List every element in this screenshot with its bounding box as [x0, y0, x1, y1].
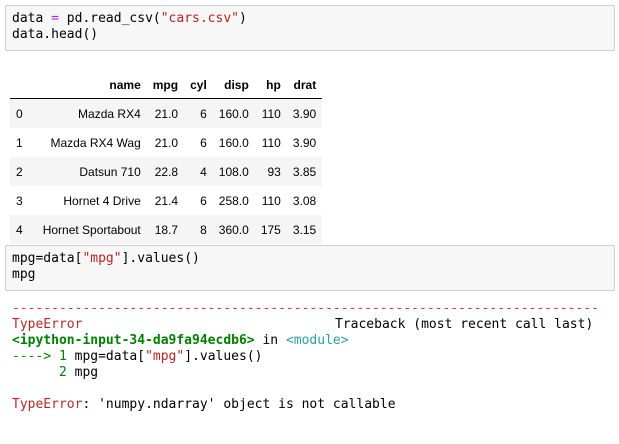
code-line-2: data.head(): [12, 27, 99, 42]
table-cell: 21.4: [154, 193, 179, 208]
table-cell: 18.7: [154, 222, 179, 237]
table-cell: 160.0: [218, 135, 249, 150]
row-index-cell: 0: [16, 106, 23, 121]
table-cell: 3.15: [292, 222, 317, 237]
table-header-row: name mpg cyl disp hp drat: [10, 72, 323, 99]
table-row: 0 Mazda RX4 21.0 6 160.0 110 3.90: [10, 98, 323, 128]
row-index-cell: 1: [16, 135, 23, 150]
table-row: 1 Mazda RX4 Wag 21.0 6 160.0 110 3.90: [10, 128, 322, 157]
table-cell: 8: [200, 222, 207, 237]
table-cell: 3.08: [292, 193, 317, 208]
table-cell: 4: [200, 164, 207, 179]
table-cell: 21.0: [154, 135, 179, 150]
table-row: 4 Hornet Sportabout 18.7 8 360.0 175 3.15: [10, 215, 323, 244]
code-cell-read-csv[interactable]: data = pd.read_csv("cars.csv") data.head…: [5, 5, 615, 51]
code-line-2: mpg: [12, 267, 36, 282]
traceback-line-2: 2 mpg: [58, 365, 99, 380]
table-cell: 360.0: [218, 222, 249, 237]
error-message: TypeError: 'numpy.ndarray' object is not…: [12, 397, 396, 412]
code-line-1: data = pd.read_csv("cars.csv"): [12, 11, 247, 26]
error-traceback-output: ----------------------------------------…: [12, 301, 612, 413]
traceback-location: <ipython-input-34-da9fa94ecdb6> in <modu…: [12, 333, 349, 348]
table-cell: 6: [200, 135, 207, 150]
table-cell: Hornet 4 Drive: [63, 193, 141, 208]
table-cell: 3.90: [292, 135, 317, 150]
table-cell: Datsun 710: [79, 164, 141, 179]
column-header: cyl: [184, 72, 213, 99]
table-cell: Mazda RX4: [78, 106, 141, 121]
table-cell: 3.85: [292, 164, 317, 179]
table-cell: 21.0: [154, 106, 179, 121]
table-cell: 110: [261, 193, 281, 208]
code-line-1: mpg=data["mpg"].values(): [12, 251, 200, 266]
table-cell: 108.0: [218, 164, 249, 179]
table-cell: 3.90: [292, 106, 317, 121]
table-row: 3 Hornet 4 Drive 21.4 6 258.0 110 3.08: [10, 186, 322, 215]
traceback-line-1: ----> 1 mpg=data["mpg"].values(): [12, 349, 263, 364]
dataframe-output-table: name mpg cyl disp hp drat 0 Mazda RX4 21.0…: [10, 72, 323, 244]
table-cell: 110: [261, 135, 281, 150]
column-header: name: [36, 72, 147, 99]
column-header: [10, 72, 37, 99]
table-cell: Hornet Sportabout: [42, 222, 141, 237]
table-cell: 93: [267, 164, 281, 179]
table-cell: 110: [261, 106, 281, 121]
row-index-cell: 4: [16, 222, 23, 237]
table-cell: 175: [260, 222, 281, 237]
table-cell: Mazda RX4 Wag: [50, 135, 141, 150]
column-header: mpg: [146, 72, 185, 99]
column-header: drat: [286, 72, 323, 99]
column-header: hp: [254, 72, 287, 99]
table-cell: 6: [200, 193, 207, 208]
table-cell: 22.8: [154, 164, 179, 179]
traceback-header: TypeError Traceback (most recent call las…: [12, 317, 594, 332]
row-index-cell: 3: [16, 193, 23, 208]
column-header: disp: [212, 72, 255, 99]
table-cell: 160.0: [218, 106, 249, 121]
table-cell: 6: [200, 106, 207, 121]
row-index-cell: 2: [16, 164, 23, 179]
table-cell: 258.0: [218, 193, 249, 208]
table-row: 2 Datsun 710 22.8 4 108.0 93 3.85: [10, 157, 323, 186]
traceback-separator: ----------------------------------------…: [12, 301, 599, 316]
code-cell-mpg-values[interactable]: mpg=data["mpg"].values() mpg: [5, 245, 615, 291]
